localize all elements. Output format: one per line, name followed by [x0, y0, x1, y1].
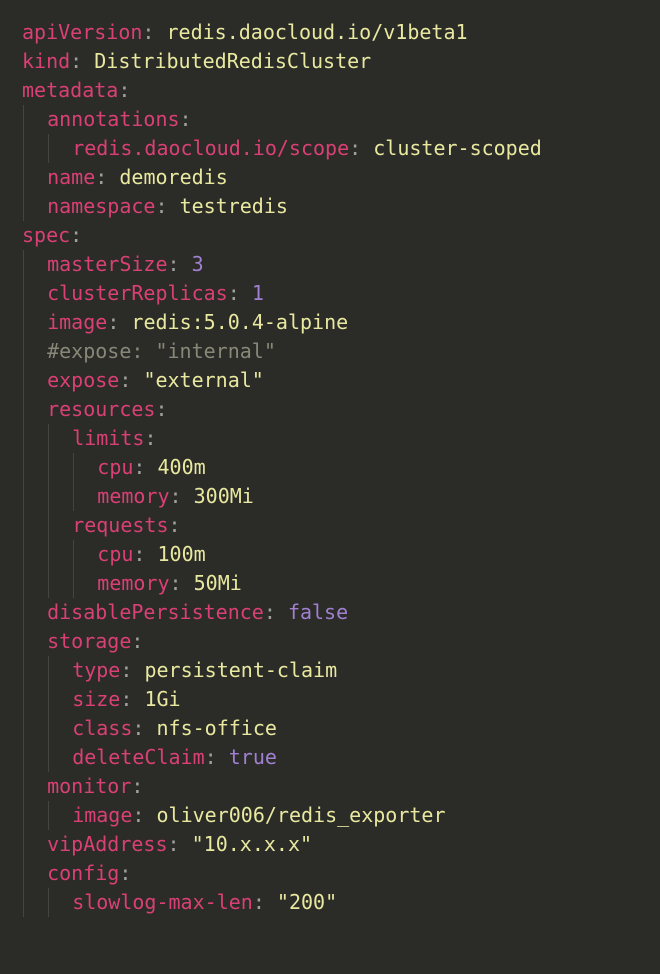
yaml-key: cpu	[97, 455, 133, 479]
yaml-value: "200"	[277, 890, 337, 914]
yaml-line: vipAddress: "10.x.x.x"	[22, 830, 638, 859]
yaml-key: spec	[22, 223, 70, 247]
yaml-line: memory: 300Mi	[22, 482, 638, 511]
yaml-line: clusterReplicas: 1	[22, 279, 638, 308]
yaml-value: 300Mi	[194, 484, 254, 508]
yaml-key: metadata	[22, 78, 118, 102]
yaml-line: class: nfs-office	[22, 714, 638, 743]
yaml-value: DistributedRedisCluster	[94, 49, 371, 73]
yaml-value: false	[288, 600, 348, 624]
yaml-value: 100m	[158, 542, 206, 566]
yaml-key: namespace	[47, 194, 155, 218]
yaml-line: disablePersistence: false	[22, 598, 638, 627]
yaml-line: expose: "external"	[22, 366, 638, 395]
yaml-value: persistent-claim	[144, 658, 337, 682]
yaml-key: image	[72, 803, 132, 827]
yaml-key: deleteClaim	[72, 745, 204, 769]
yaml-line: redis.daocloud.io/scope: cluster-scoped	[22, 134, 638, 163]
yaml-line: cpu: 400m	[22, 453, 638, 482]
yaml-value: 400m	[158, 455, 206, 479]
yaml-key: monitor	[47, 774, 131, 798]
yaml-line: namespace: testredis	[22, 192, 638, 221]
yaml-line: deleteClaim: true	[22, 743, 638, 772]
yaml-key: size	[72, 687, 120, 711]
yaml-key: class	[72, 716, 132, 740]
yaml-code-block: apiVersion: redis.daocloud.io/v1beta1 ki…	[22, 18, 638, 917]
yaml-key: clusterReplicas	[47, 281, 228, 305]
yaml-key: kind	[22, 49, 70, 73]
yaml-value: redis:5.0.4-alpine	[131, 310, 348, 334]
yaml-key: limits	[72, 426, 144, 450]
yaml-value: 3	[192, 252, 204, 276]
yaml-key: memory	[97, 484, 169, 508]
yaml-line: metadata:	[22, 76, 638, 105]
yaml-line: resources:	[22, 395, 638, 424]
yaml-key: expose	[47, 368, 119, 392]
yaml-line: kind: DistributedRedisCluster	[22, 47, 638, 76]
yaml-line: size: 1Gi	[22, 685, 638, 714]
yaml-key: storage	[47, 629, 131, 653]
yaml-value: redis.daocloud.io/v1beta1	[167, 20, 468, 44]
yaml-line: monitor:	[22, 772, 638, 801]
yaml-line: image: redis:5.0.4-alpine	[22, 308, 638, 337]
yaml-comment: #expose: "internal"	[47, 339, 276, 363]
yaml-line: image: oliver006/redis_exporter	[22, 801, 638, 830]
yaml-value: 1	[252, 281, 264, 305]
yaml-line: config:	[22, 859, 638, 888]
yaml-line: spec:	[22, 221, 638, 250]
yaml-key: slowlog-max-len	[72, 890, 253, 914]
yaml-line: slowlog-max-len: "200"	[22, 888, 638, 917]
yaml-value: 50Mi	[194, 571, 242, 595]
yaml-line: apiVersion: redis.daocloud.io/v1beta1	[22, 18, 638, 47]
yaml-value: nfs-office	[157, 716, 277, 740]
yaml-line: storage:	[22, 627, 638, 656]
yaml-line: masterSize: 3	[22, 250, 638, 279]
yaml-value: 1Gi	[144, 687, 180, 711]
yaml-key: cpu	[97, 542, 133, 566]
yaml-value: testredis	[180, 194, 288, 218]
yaml-line: #expose: "internal"	[22, 337, 638, 366]
yaml-key: annotations	[47, 107, 179, 131]
yaml-line: cpu: 100m	[22, 540, 638, 569]
yaml-line: type: persistent-claim	[22, 656, 638, 685]
yaml-key: apiVersion	[22, 20, 142, 44]
yaml-key: vipAddress	[47, 832, 167, 856]
yaml-key: type	[72, 658, 120, 682]
yaml-key: memory	[97, 571, 169, 595]
yaml-line: requests:	[22, 511, 638, 540]
yaml-key: config	[47, 861, 119, 885]
yaml-key: image	[47, 310, 107, 334]
yaml-line: annotations:	[22, 105, 638, 134]
yaml-value: demoredis	[119, 165, 227, 189]
yaml-line: memory: 50Mi	[22, 569, 638, 598]
yaml-key: disablePersistence	[47, 600, 264, 624]
yaml-key: requests	[72, 513, 168, 537]
yaml-value: cluster-scoped	[373, 136, 542, 160]
yaml-key: name	[47, 165, 95, 189]
yaml-value: true	[229, 745, 277, 769]
yaml-value: "external"	[143, 368, 263, 392]
yaml-key: redis.daocloud.io/scope	[72, 136, 349, 160]
yaml-value: oliver006/redis_exporter	[157, 803, 446, 827]
yaml-line: limits:	[22, 424, 638, 453]
yaml-key: masterSize	[47, 252, 167, 276]
yaml-key: resources	[47, 397, 155, 421]
yaml-line: name: demoredis	[22, 163, 638, 192]
yaml-value: "10.x.x.x"	[192, 832, 312, 856]
